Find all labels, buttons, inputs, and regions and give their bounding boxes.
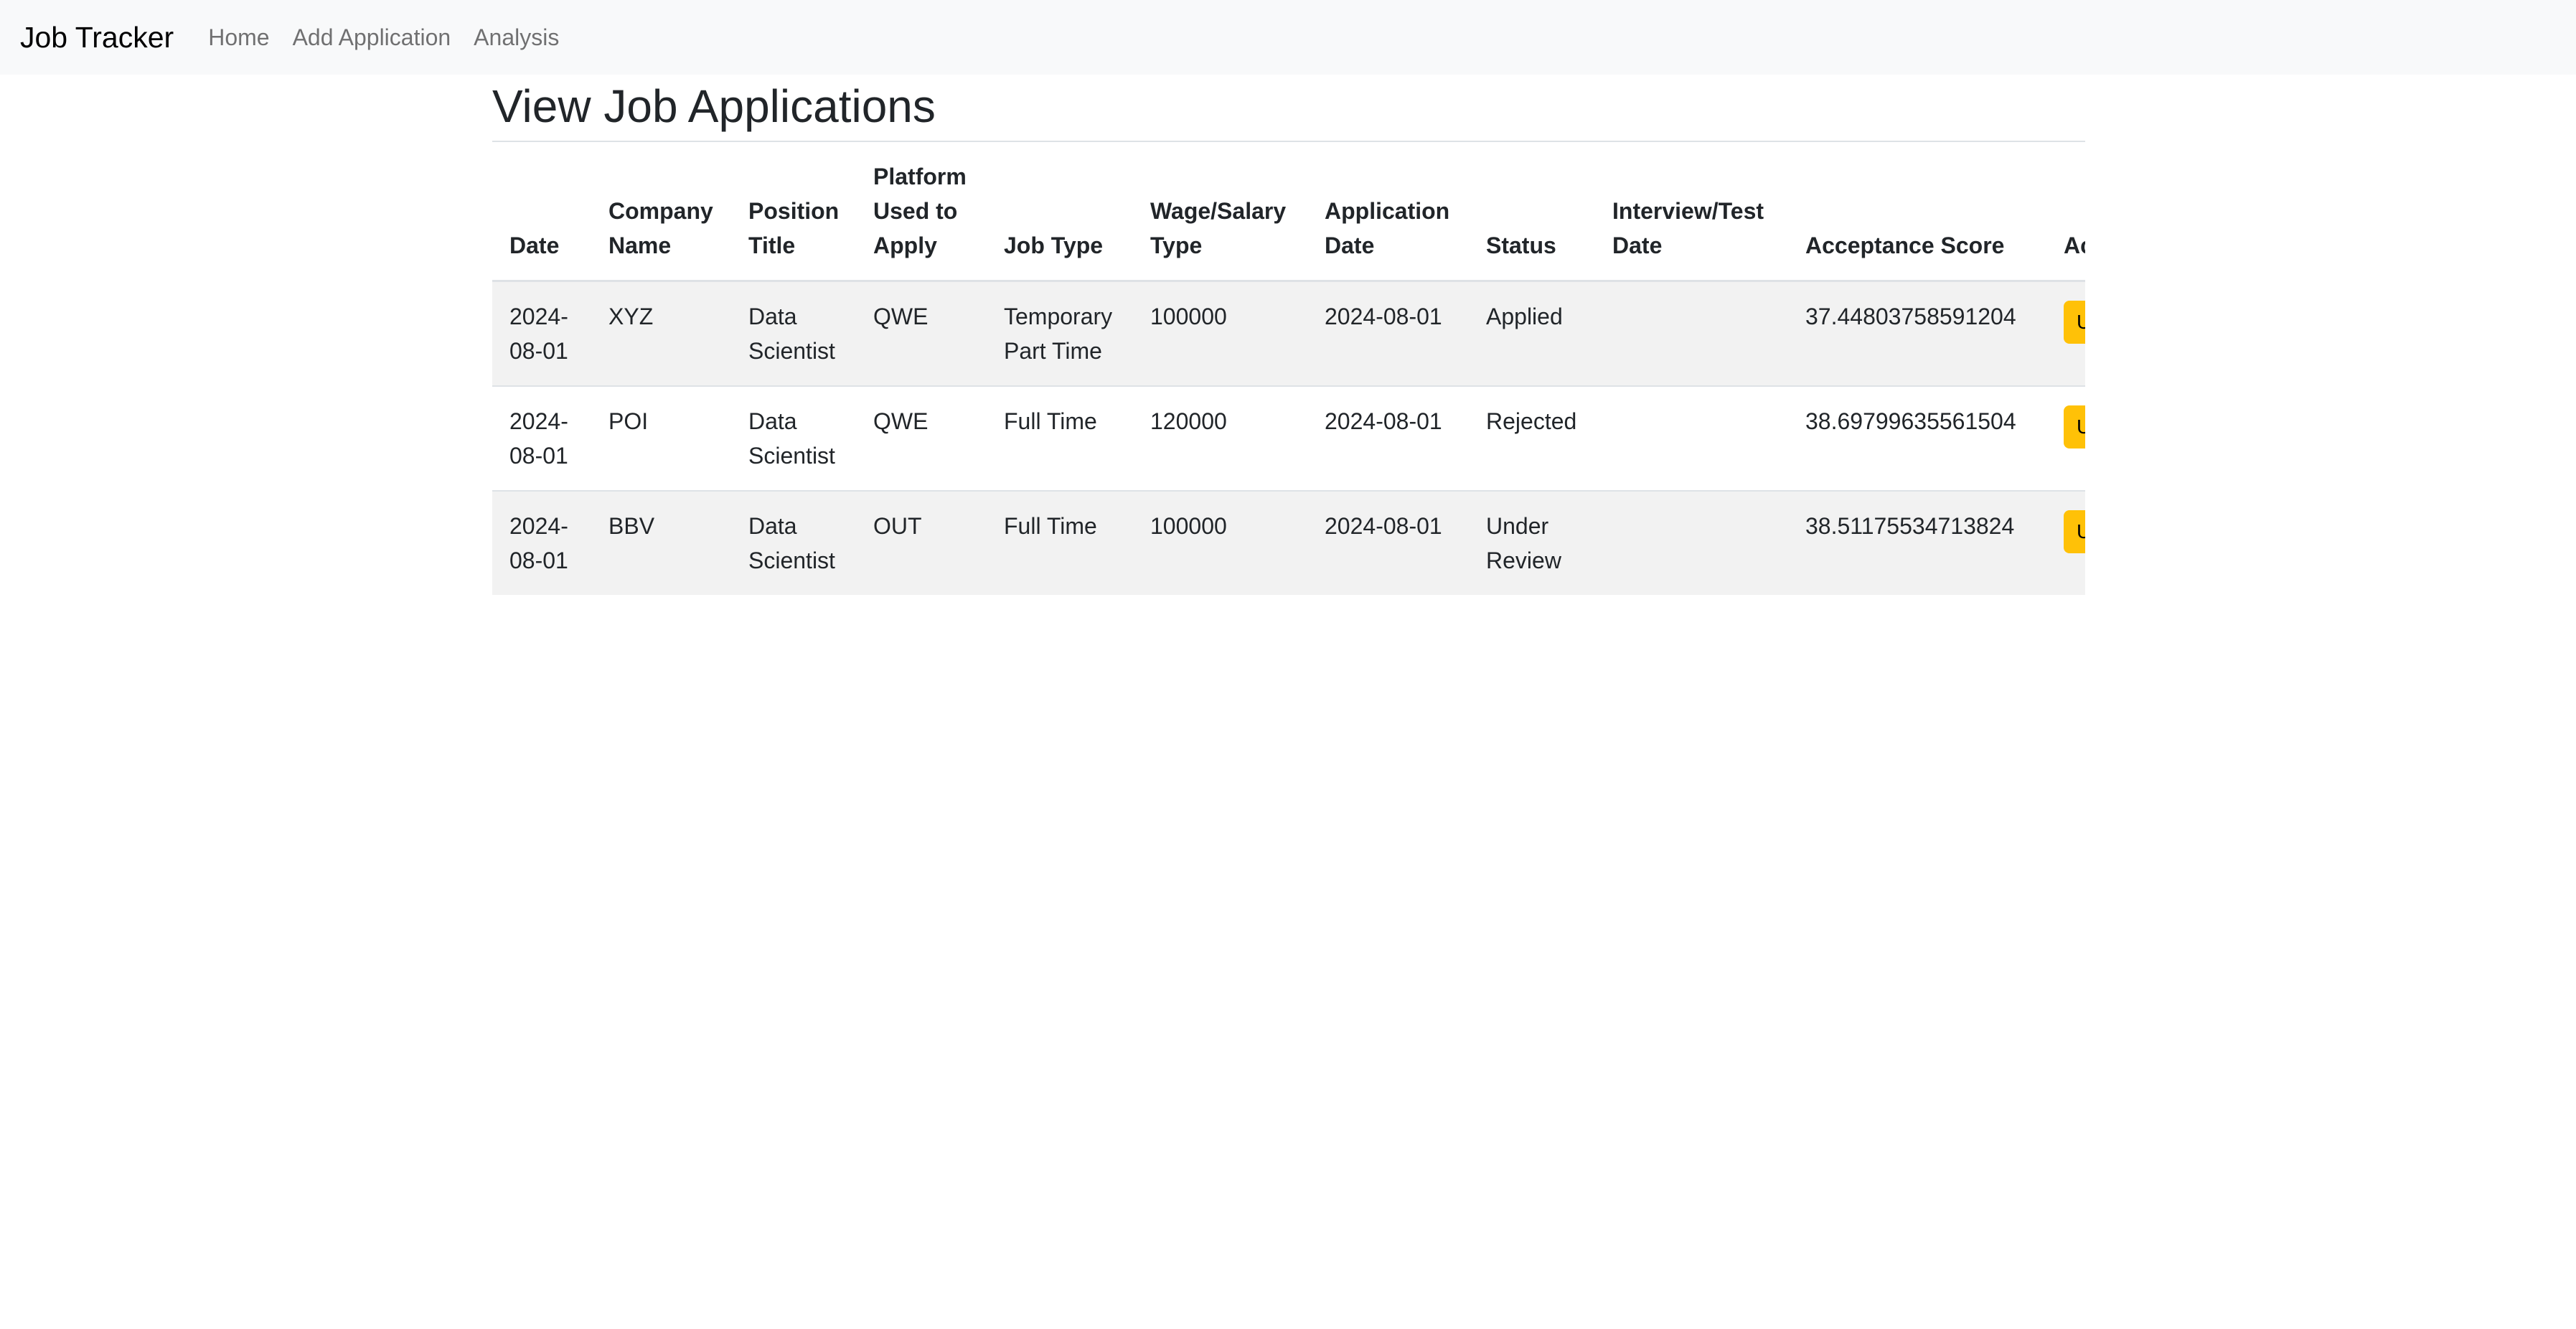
applications-table: Date Company Name Position Title Platfor…: [492, 142, 2085, 595]
cell-date: 2024-08-01: [492, 281, 591, 387]
cell-acceptance-score: 37.44803758591204: [1788, 281, 2046, 387]
update-button[interactable]: Update: [2064, 301, 2085, 344]
cell-interview-date: [1595, 386, 1788, 492]
update-button[interactable]: Update: [2064, 510, 2085, 553]
cell-position-title: Data Scientist: [731, 281, 856, 387]
cell-status: Rejected: [1469, 386, 1595, 492]
column-header-actions: Actions: [2046, 142, 2085, 282]
cell-status: Applied: [1469, 281, 1595, 387]
cell-position-title: Data Scientist: [731, 491, 856, 595]
column-header-company-name: Company Name: [591, 142, 731, 282]
table-row: 2024-08-01 BBV Data Scientist OUT Full T…: [492, 491, 2085, 595]
column-header-platform: Platform Used to Apply: [856, 142, 987, 282]
cell-position-title: Data Scientist: [731, 386, 856, 492]
nav-link-analysis[interactable]: Analysis: [474, 24, 559, 51]
cell-date: 2024-08-01: [492, 491, 591, 595]
cell-status: Under Review: [1469, 491, 1595, 595]
cell-job-type: Full Time: [987, 386, 1133, 492]
navbar: Job Tracker Home Add Application Analysi…: [0, 0, 2576, 75]
cell-date: 2024-08-01: [492, 386, 591, 492]
cell-wage-salary: 120000: [1133, 386, 1307, 492]
brand-link[interactable]: Job Tracker: [20, 21, 174, 55]
table-row: 2024-08-01 POI Data Scientist QWE Full T…: [492, 386, 2085, 492]
cell-actions: Update: [2046, 281, 2085, 387]
cell-interview-date: [1595, 281, 1788, 387]
cell-application-date: 2024-08-01: [1307, 386, 1469, 492]
nav-link-add-application[interactable]: Add Application: [293, 24, 451, 51]
column-header-application-date: Application Date: [1307, 142, 1469, 282]
cell-company-name: XYZ: [591, 281, 731, 387]
column-header-acceptance-score: Acceptance Score: [1788, 142, 2046, 282]
column-header-interview-date: Interview/Test Date: [1595, 142, 1788, 282]
cell-platform: OUT: [856, 491, 987, 595]
cell-platform: QWE: [856, 281, 987, 387]
cell-company-name: POI: [591, 386, 731, 492]
column-header-position-title: Position Title: [731, 142, 856, 282]
cell-acceptance-score: 38.69799635561504: [1788, 386, 2046, 492]
cell-application-date: 2024-08-01: [1307, 491, 1469, 595]
cell-job-type: Full Time: [987, 491, 1133, 595]
cell-actions: Update: [2046, 386, 2085, 492]
cell-job-type: Temporary Part Time: [987, 281, 1133, 387]
column-header-date: Date: [492, 142, 591, 282]
main-container: View Job Applications Date Company Name …: [492, 75, 2085, 595]
cell-wage-salary: 100000: [1133, 281, 1307, 387]
cell-platform: QWE: [856, 386, 987, 492]
cell-interview-date: [1595, 491, 1788, 595]
column-header-wage-salary-type: Wage/Salary Type: [1133, 142, 1307, 282]
column-header-status: Status: [1469, 142, 1595, 282]
cell-wage-salary: 100000: [1133, 491, 1307, 595]
page-title: View Job Applications: [492, 75, 2085, 142]
nav-link-home[interactable]: Home: [208, 24, 269, 51]
cell-company-name: BBV: [591, 491, 731, 595]
table-row: 2024-08-01 XYZ Data Scientist QWE Tempor…: [492, 281, 2085, 387]
column-header-job-type: Job Type: [987, 142, 1133, 282]
cell-application-date: 2024-08-01: [1307, 281, 1469, 387]
update-button[interactable]: Update: [2064, 405, 2085, 449]
cell-actions: Update: [2046, 491, 2085, 595]
cell-acceptance-score: 38.51175534713824: [1788, 491, 2046, 595]
table-header-row: Date Company Name Position Title Platfor…: [492, 142, 2085, 282]
